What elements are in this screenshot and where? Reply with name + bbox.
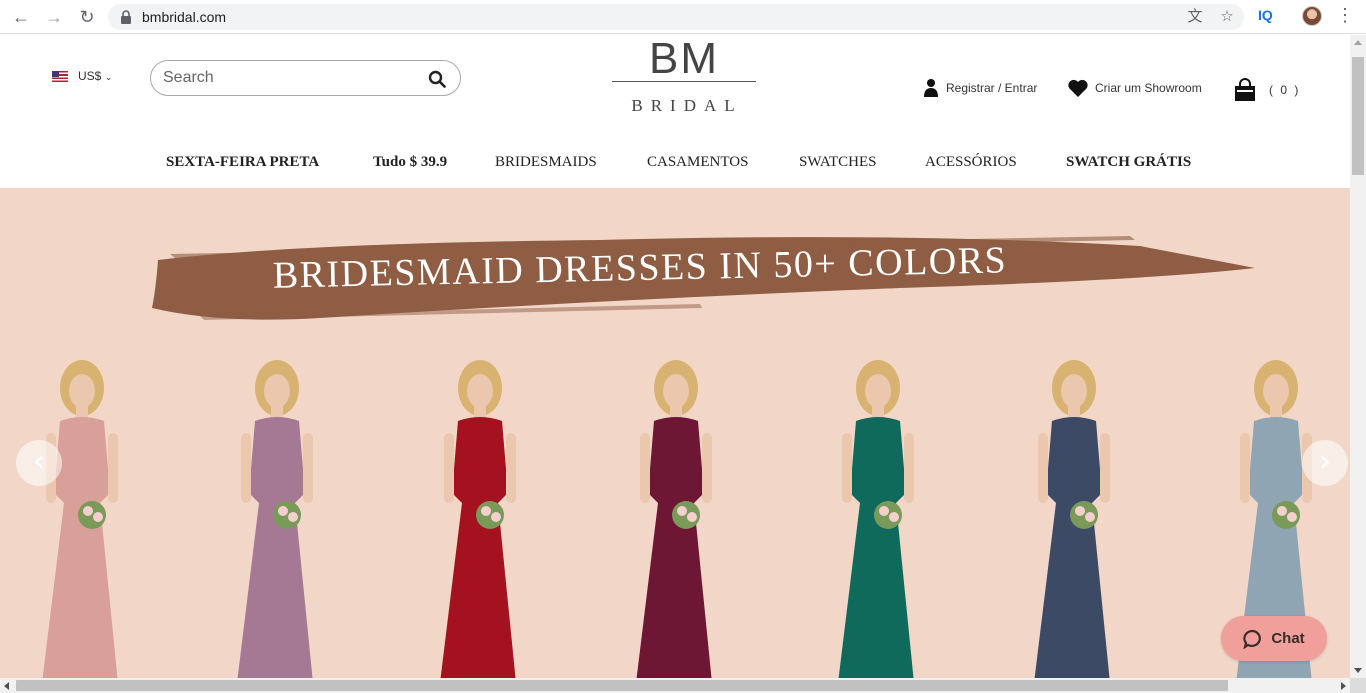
model-dress-red <box>440 360 516 678</box>
nav-item-swatches[interactable]: SWATCHES <box>799 154 877 171</box>
chat-button[interactable]: Chat <box>1221 616 1327 661</box>
site-logo[interactable]: BM BRIDAL <box>612 36 756 118</box>
chevron-down-icon: ⌄ <box>104 72 113 82</box>
nav-item-free-swatch[interactable]: SWATCH GRÁTIS <box>1066 154 1191 171</box>
back-icon[interactable]: ← <box>9 5 33 29</box>
register-login-link[interactable]: Registrar / Entrar <box>922 78 1037 98</box>
chat-bubble-icon <box>1243 629 1262 649</box>
cart-link[interactable]: ( 0 ) <box>1233 78 1300 102</box>
register-login-label: Registrar / Entrar <box>946 81 1038 95</box>
search-icon[interactable] <box>428 70 446 88</box>
browser-toolbar: ← → ↻ bmbridal.com 文 ☆ IQ ⋮ <box>0 0 1366 34</box>
profile-avatar[interactable] <box>1302 6 1322 26</box>
logo-bm: BM <box>649 34 719 83</box>
nav-item-all-39[interactable]: Tudo $ 39.9 <box>373 154 447 171</box>
currency-selector[interactable]: US$ ⌄ <box>52 69 112 83</box>
horizontal-scroll-thumb[interactable] <box>16 680 1228 691</box>
url-text: bmbridal.com <box>142 9 227 25</box>
nav-item-weddings[interactable]: CASAMENTOS <box>647 154 748 171</box>
horizontal-scrollbar[interactable] <box>0 678 1350 693</box>
nav-item-black-friday[interactable]: SEXTA-FEIRA PRETA <box>166 154 319 171</box>
reload-icon[interactable]: ↻ <box>75 5 99 29</box>
model-dress-blush <box>42 360 118 678</box>
nav-item-bridesmaids[interactable]: BRIDESMAIDS <box>495 154 597 171</box>
hero-banner[interactable]: BRIDESMAID DRESSES IN 50+ COLORS ‹ › <box>0 188 1350 678</box>
create-showroom-link[interactable]: Criar um Showroom <box>1067 78 1202 98</box>
chat-label: Chat <box>1271 630 1305 647</box>
scroll-right-icon[interactable] <box>1341 682 1346 690</box>
model-dress-teal <box>838 360 914 678</box>
vertical-scrollbar[interactable] <box>1350 35 1366 678</box>
main-navigation: SEXTA-FEIRA PRETA Tudo $ 39.9 BRIDESMAID… <box>0 138 1350 188</box>
forward-icon[interactable]: → <box>42 5 66 29</box>
search-box[interactable] <box>150 60 461 96</box>
nav-item-accessories[interactable]: ACESSÓRIOS <box>925 154 1017 171</box>
search-input[interactable] <box>163 67 413 89</box>
cart-count: ( 0 ) <box>1269 83 1301 97</box>
create-showroom-label: Criar um Showroom <box>1095 81 1202 95</box>
scroll-down-icon[interactable] <box>1354 668 1362 673</box>
browser-menu-icon[interactable]: ⋮ <box>1336 5 1354 26</box>
lock-icon <box>121 10 131 24</box>
us-flag-icon <box>52 70 68 82</box>
address-bar[interactable]: bmbridal.com 文 ☆ <box>108 4 1244 30</box>
translate-icon[interactable]: 文 <box>1186 8 1204 26</box>
shopping-bag-icon <box>1235 78 1255 101</box>
scrollbar-corner <box>1350 678 1366 693</box>
carousel-next-icon[interactable]: › <box>1302 440 1348 486</box>
currency-label: US$ <box>78 69 102 83</box>
vertical-scroll-thumb[interactable] <box>1352 57 1364 175</box>
extension-iq-icon[interactable]: IQ <box>1258 7 1273 23</box>
carousel-prev-icon[interactable]: ‹ <box>16 440 62 486</box>
model-dress-navy <box>1034 360 1110 678</box>
model-dress-mauve <box>237 360 313 678</box>
scroll-left-icon[interactable] <box>4 682 9 690</box>
heart-icon <box>1068 79 1088 97</box>
scroll-up-icon[interactable] <box>1354 40 1362 45</box>
star-icon[interactable]: ☆ <box>1218 8 1236 26</box>
logo-bridal: BRIDAL <box>631 96 743 115</box>
logo-divider <box>612 81 756 82</box>
model-dress-burgundy <box>636 360 712 678</box>
user-icon <box>924 79 938 97</box>
